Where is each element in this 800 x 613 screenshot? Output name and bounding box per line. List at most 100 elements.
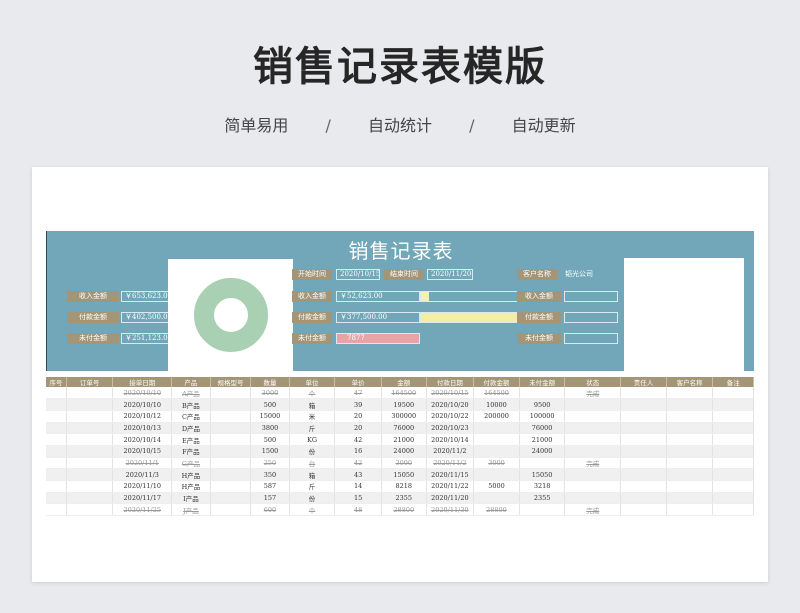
table-cell[interactable] [210, 468, 252, 481]
table-cell[interactable] [666, 445, 714, 458]
table-cell[interactable]: 2020/11/17 [112, 492, 173, 505]
table-row[interactable]: 2020/10/12 C产品 15000 米 20 300000 2020/10/22 200… [46, 410, 754, 423]
table-cell[interactable]: 15000 [250, 410, 290, 423]
table-cell[interactable]: 1500 [250, 445, 290, 458]
table-cell[interactable]: 76000 [519, 422, 566, 435]
table-cell[interactable]: 2020/10/14 [112, 433, 173, 446]
table-cell[interactable]: 台 [289, 457, 336, 470]
table-cell[interactable] [473, 468, 520, 481]
table-row[interactable]: 2020/10/10 A产品 3000 个 47 164500 2020/10/15 1645… [46, 387, 754, 400]
table-cell[interactable]: 2020/11/10 [112, 480, 173, 493]
table-cell[interactable]: 2020/10/22 [426, 410, 475, 423]
right-paid-value[interactable] [564, 312, 618, 323]
left-income-value[interactable]: ￥653,623.00 [121, 291, 169, 302]
table-cell[interactable]: 完成 [564, 503, 622, 517]
table-cell[interactable]: 10000 [473, 398, 520, 411]
table-cell[interactable]: 2020/11/20 [426, 492, 475, 505]
column-header[interactable]: 未付金额 [519, 377, 566, 387]
table-cell[interactable]: E产品 [171, 433, 211, 446]
table-cell[interactable] [66, 480, 114, 493]
table-cell[interactable]: J产品 [171, 503, 211, 517]
table-cell[interactable] [210, 492, 252, 505]
table-cell[interactable] [666, 503, 714, 517]
table-cell[interactable] [620, 468, 667, 481]
column-header[interactable]: 单位 [289, 377, 336, 387]
table-cell[interactable]: 完成 [564, 457, 622, 470]
table-cell[interactable]: C产品 [171, 410, 211, 423]
table-cell[interactable] [620, 410, 667, 423]
table-row[interactable]: 2020/11/1 G产品 250 台 42 3000 2020/11/2 3000 完成 [46, 457, 754, 470]
table-cell[interactable]: 2020/10/15 [426, 387, 475, 400]
table-cell[interactable]: 斤 [289, 480, 336, 493]
table-cell[interactable] [620, 503, 667, 517]
table-cell[interactable] [519, 457, 566, 470]
end-date-field[interactable]: 2020/11/20 [427, 269, 473, 280]
table-cell[interactable]: 42 [334, 433, 382, 446]
table-cell[interactable] [46, 445, 67, 458]
table-cell[interactable]: H产品 [171, 480, 211, 493]
table-cell[interactable] [620, 480, 667, 493]
table-cell[interactable] [620, 387, 667, 400]
table-cell[interactable] [666, 398, 714, 411]
table-cell[interactable]: 100000 [519, 410, 566, 423]
table-cell[interactable] [712, 422, 754, 435]
column-header[interactable]: 订单号 [66, 377, 114, 387]
table-cell[interactable] [712, 468, 754, 481]
table-cell[interactable] [620, 398, 667, 411]
left-unpaid-value[interactable]: ￥251,123.00 [121, 333, 169, 344]
table-cell[interactable]: 20 [334, 410, 382, 423]
column-header[interactable]: 接单日期 [112, 377, 173, 387]
column-header[interactable]: 规格型号 [210, 377, 252, 387]
table-cell[interactable] [666, 457, 714, 470]
table-cell[interactable]: 9500 [519, 398, 566, 411]
table-cell[interactable] [712, 398, 754, 411]
table-cell[interactable] [46, 433, 67, 446]
table-cell[interactable]: 21000 [381, 433, 427, 446]
table-cell[interactable] [66, 410, 114, 423]
table-cell[interactable] [473, 492, 520, 505]
right-income-value[interactable] [564, 291, 618, 302]
table-cell[interactable] [712, 503, 754, 517]
table-cell[interactable]: 42 [334, 457, 382, 470]
table-cell[interactable]: 21000 [519, 433, 566, 446]
table-row[interactable]: 2020/11/10 H产品 587 斤 14 8218 2020/11/22 5000 321… [46, 480, 754, 493]
table-cell[interactable]: 箱 [289, 398, 336, 411]
right-unpaid-value[interactable] [564, 333, 618, 344]
mid-paid-value[interactable]: ￥377,500.00 [336, 312, 420, 323]
table-cell[interactable] [712, 492, 754, 505]
customer-value[interactable]: 韬光公司 [565, 269, 593, 280]
table-cell[interactable]: G产品 [171, 457, 211, 470]
table-cell[interactable]: 24000 [519, 445, 566, 458]
table-cell[interactable] [66, 492, 114, 505]
column-header[interactable]: 备注 [712, 377, 754, 387]
table-cell[interactable] [210, 410, 252, 423]
table-cell[interactable] [66, 503, 114, 517]
table-cell[interactable] [473, 433, 520, 446]
table-cell[interactable]: 43 [334, 468, 382, 481]
table-cell[interactable]: 个 [289, 387, 336, 400]
table-cell[interactable]: 15 [334, 492, 382, 505]
table-cell[interactable]: 个 [289, 503, 336, 517]
table-cell[interactable]: 39 [334, 398, 382, 411]
table-cell[interactable] [564, 492, 622, 505]
column-header[interactable]: 序号 [46, 377, 67, 387]
column-header[interactable]: 金额 [381, 377, 427, 387]
table-cell[interactable]: 2020/10/12 [112, 410, 173, 423]
table-cell[interactable] [564, 410, 622, 423]
table-cell[interactable] [666, 480, 714, 493]
table-cell[interactable]: 2020/10/15 [112, 445, 173, 458]
table-cell[interactable]: 3000 [381, 457, 427, 470]
table-cell[interactable] [210, 503, 252, 517]
table-cell[interactable]: 15050 [519, 468, 566, 481]
table-cell[interactable] [564, 422, 622, 435]
table-row[interactable]: 2020/10/14 E产品 500 KG 42 21000 2020/10/14 21000 [46, 433, 754, 446]
table-cell[interactable]: 斤 [289, 422, 336, 435]
table-cell[interactable] [210, 387, 252, 400]
table-cell[interactable]: A产品 [171, 387, 211, 400]
mid-income-value[interactable]: ￥52,623.00 [336, 291, 420, 302]
table-cell[interactable] [620, 492, 667, 505]
table-cell[interactable] [210, 445, 252, 458]
table-cell[interactable]: 20 [334, 422, 382, 435]
table-cell[interactable] [519, 503, 566, 517]
table-cell[interactable] [712, 410, 754, 423]
